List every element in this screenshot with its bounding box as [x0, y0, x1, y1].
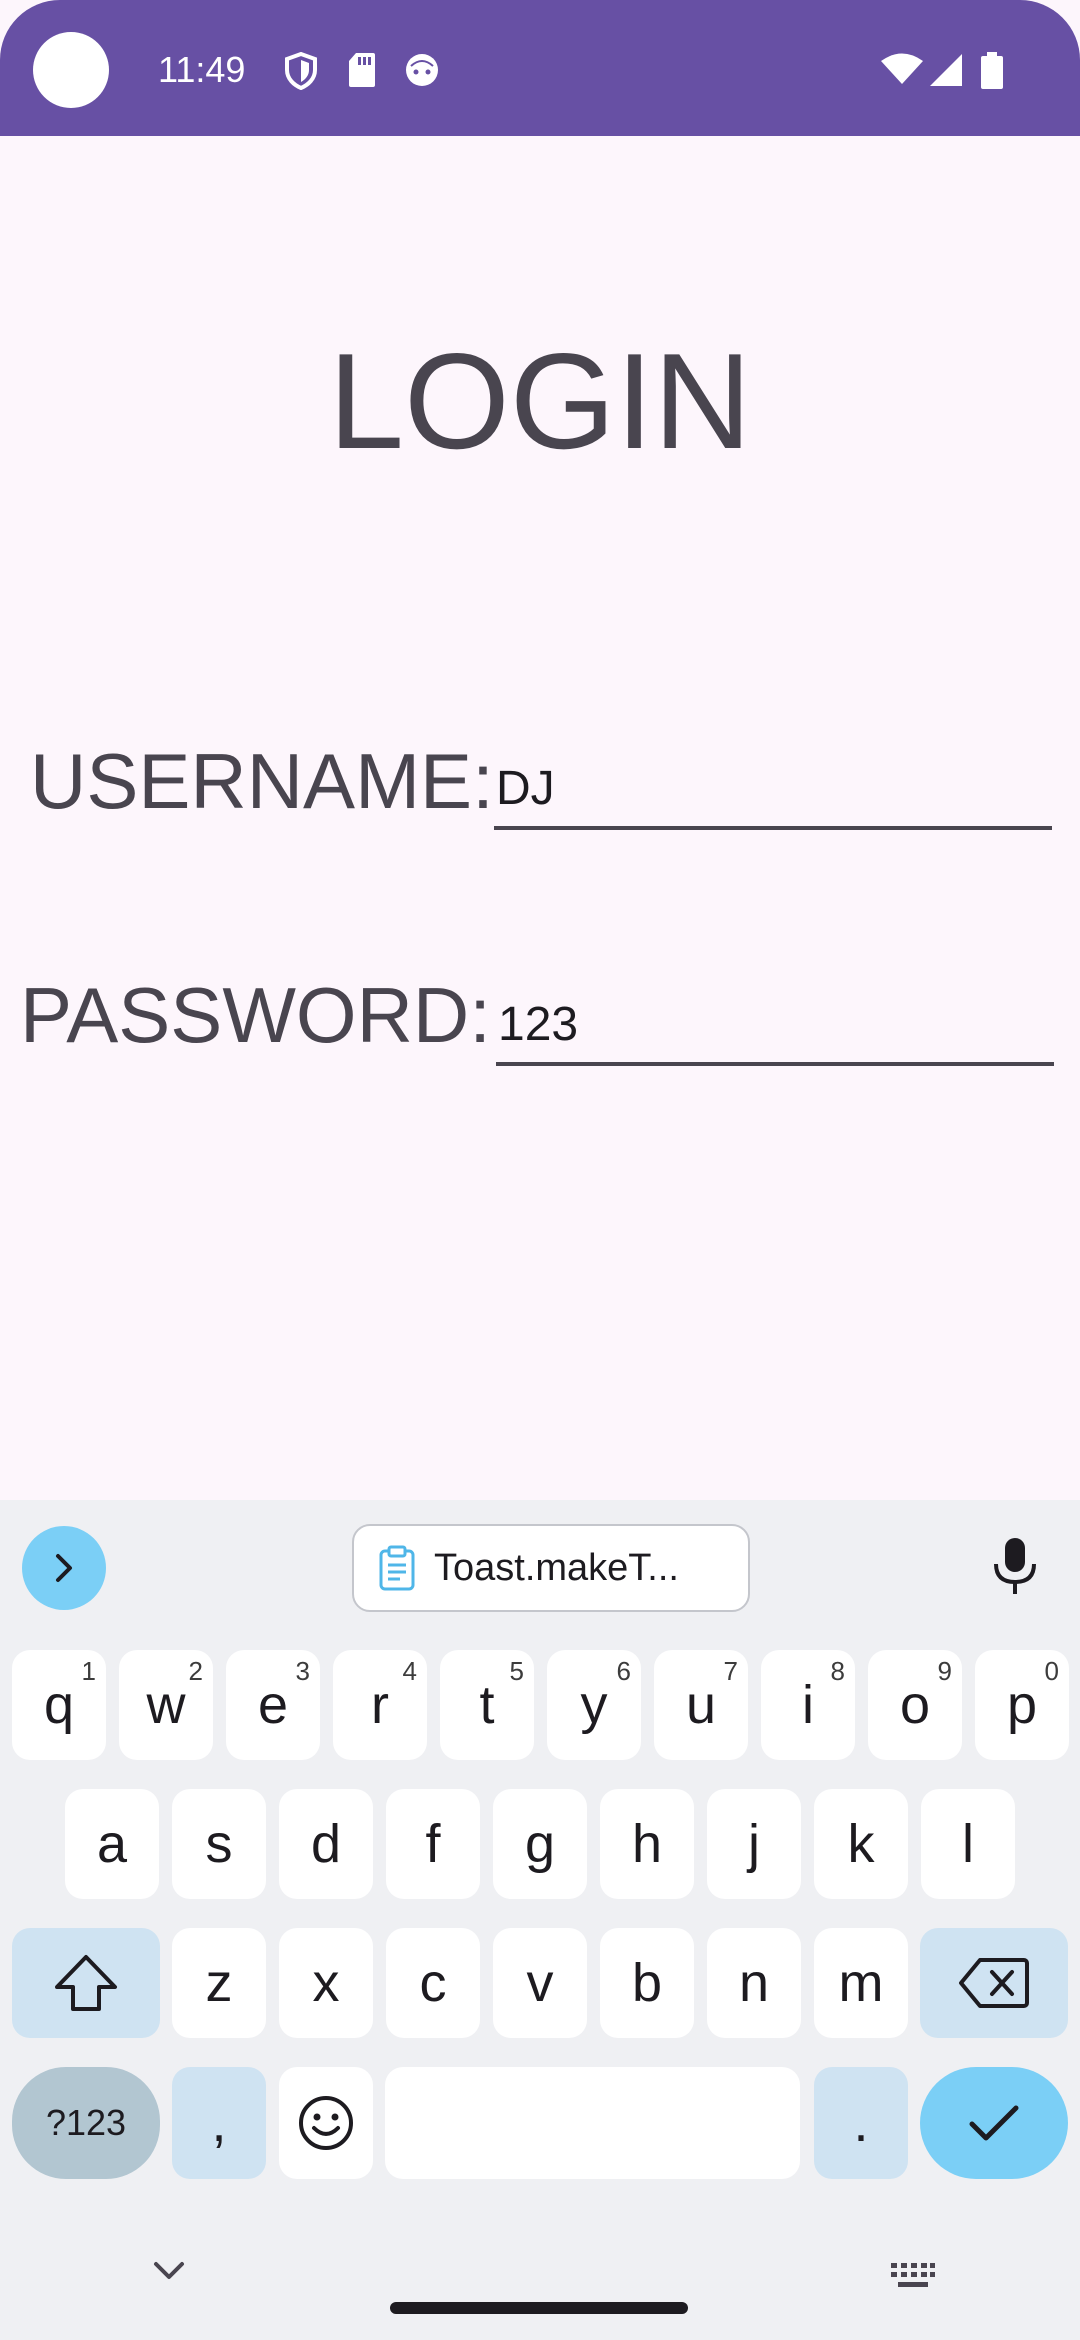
- shield-icon: [285, 52, 317, 90]
- key-w[interactable]: w2: [119, 1650, 213, 1760]
- clipboard-suggestion-text: Toast.makeT...: [434, 1546, 679, 1589]
- sd-card-icon: [349, 53, 375, 87]
- key-v[interactable]: v: [493, 1928, 587, 2038]
- key-label: p: [1006, 1675, 1038, 1735]
- key-hint: 5: [509, 1656, 524, 1686]
- clipboard-suggestion-chip[interactable]: Toast.makeT...: [352, 1524, 750, 1612]
- status-bar: 11:49: [0, 0, 1080, 136]
- key-hint: 7: [723, 1656, 738, 1686]
- symbols-key[interactable]: ?123: [12, 2067, 160, 2179]
- key-hint: 0: [1044, 1656, 1059, 1686]
- key-label: q: [43, 1675, 75, 1735]
- key-label: u: [685, 1675, 717, 1735]
- username-input[interactable]: [494, 750, 1052, 826]
- key-hint: 6: [616, 1656, 631, 1686]
- signal-icon: [930, 54, 962, 86]
- key-j[interactable]: j: [707, 1789, 801, 1899]
- key-u[interactable]: u7: [654, 1650, 748, 1760]
- clipboard-icon: [379, 1545, 415, 1591]
- key-n[interactable]: n: [707, 1928, 801, 2038]
- shift-arrow-icon: [55, 1955, 117, 2011]
- home-gesture-bar[interactable]: [390, 2302, 688, 2314]
- comma-key[interactable]: ,: [172, 2067, 266, 2179]
- key-e[interactable]: e3: [226, 1650, 320, 1760]
- key-z[interactable]: z: [172, 1928, 266, 2038]
- shift-key[interactable]: [12, 1928, 160, 2038]
- key-h[interactable]: h: [600, 1789, 694, 1899]
- key-label: i: [802, 1675, 814, 1735]
- username-label: USERNAME:: [30, 737, 494, 825]
- key-s[interactable]: s: [172, 1789, 266, 1899]
- backspace-key[interactable]: [920, 1928, 1068, 2038]
- camera-cutout: [33, 32, 109, 108]
- space-key[interactable]: [385, 2067, 800, 2179]
- key-b[interactable]: b: [600, 1928, 694, 2038]
- status-time: 11:49: [158, 49, 246, 90]
- keyboard-toolbar: Toast.makeT...: [0, 1500, 1080, 1640]
- period-key[interactable]: .: [814, 2067, 908, 2179]
- key-a[interactable]: a: [65, 1789, 159, 1899]
- password-label: PASSWORD:: [20, 971, 491, 1059]
- username-field[interactable]: [494, 750, 1052, 830]
- key-hint: 8: [830, 1656, 845, 1686]
- key-hint: 2: [188, 1656, 203, 1686]
- keyboard-switcher-icon[interactable]: [890, 2262, 936, 2292]
- login-screen: LOGIN USERNAME: PASSWORD:: [0, 136, 1080, 1500]
- key-hint: 3: [295, 1656, 310, 1686]
- key-label: w: [146, 1675, 186, 1735]
- key-d[interactable]: d: [279, 1789, 373, 1899]
- key-f[interactable]: f: [386, 1789, 480, 1899]
- backspace-icon: [959, 1958, 1029, 2008]
- checkmark-icon: [969, 2105, 1019, 2141]
- hide-keyboard-icon[interactable]: [152, 2260, 186, 2282]
- voice-input-button[interactable]: [990, 1536, 1040, 1601]
- key-l[interactable]: l: [921, 1789, 1015, 1899]
- android-icon: [406, 54, 438, 86]
- key-m[interactable]: m: [814, 1928, 908, 2038]
- key-p[interactable]: p0: [975, 1650, 1069, 1760]
- expand-toolbar-button[interactable]: [22, 1526, 106, 1610]
- login-title: LOGIN: [328, 325, 752, 477]
- key-label: y: [580, 1675, 608, 1735]
- key-hint: 1: [81, 1656, 96, 1686]
- key-x[interactable]: x: [279, 1928, 373, 2038]
- emoji-icon: [299, 2096, 353, 2150]
- key-i[interactable]: i8: [761, 1650, 855, 1760]
- battery-icon: [981, 52, 1003, 89]
- password-input[interactable]: [496, 986, 1054, 1062]
- key-label: o: [899, 1675, 931, 1735]
- key-t[interactable]: t5: [440, 1650, 534, 1760]
- key-g[interactable]: g: [493, 1789, 587, 1899]
- wifi-icon: [881, 53, 923, 84]
- key-c[interactable]: c: [386, 1928, 480, 2038]
- soft-keyboard: Toast.makeT... q1 w2 e3 r4 t5 y6 u7 i8 o…: [0, 1500, 1080, 2340]
- key-r[interactable]: r4: [333, 1650, 427, 1760]
- key-label: e: [257, 1675, 289, 1735]
- microphone-icon: [994, 1538, 1036, 1594]
- password-field[interactable]: [496, 986, 1054, 1066]
- key-label: t: [479, 1675, 495, 1735]
- key-y[interactable]: y6: [547, 1650, 641, 1760]
- key-hint: 9: [937, 1656, 952, 1686]
- key-label: r: [371, 1675, 389, 1735]
- emoji-key[interactable]: [279, 2067, 373, 2179]
- key-k[interactable]: k: [814, 1789, 908, 1899]
- chevron-right-icon: [56, 1554, 72, 1582]
- key-hint: 4: [402, 1656, 417, 1686]
- done-key[interactable]: [920, 2067, 1068, 2179]
- key-q[interactable]: q1: [12, 1650, 106, 1760]
- key-o[interactable]: o9: [868, 1650, 962, 1760]
